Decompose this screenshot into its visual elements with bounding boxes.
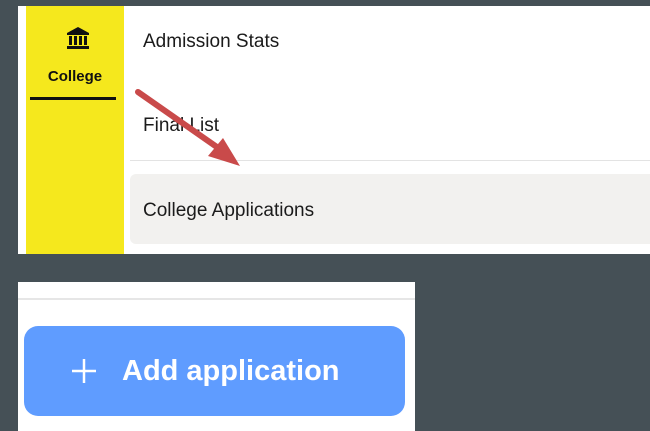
active-tab-underline bbox=[30, 97, 116, 100]
college-rail-tab[interactable]: College bbox=[26, 6, 124, 254]
add-application-label: Add application bbox=[122, 354, 340, 387]
menu-item-admission-stats[interactable]: Admission Stats bbox=[143, 31, 279, 53]
menu-item-final-list[interactable]: Final List bbox=[143, 115, 219, 137]
navigation-panel: College Admission Stats Final List Colle… bbox=[18, 6, 650, 254]
panel-divider bbox=[18, 298, 415, 300]
actions-panel: Add application bbox=[18, 282, 415, 431]
menu-item-college-applications[interactable]: College Applications bbox=[143, 200, 314, 222]
plus-icon bbox=[72, 359, 96, 383]
add-application-button[interactable]: Add application bbox=[24, 326, 405, 416]
bank-building-icon bbox=[67, 27, 89, 49]
menu-divider bbox=[130, 160, 650, 161]
college-label: College bbox=[47, 68, 103, 85]
